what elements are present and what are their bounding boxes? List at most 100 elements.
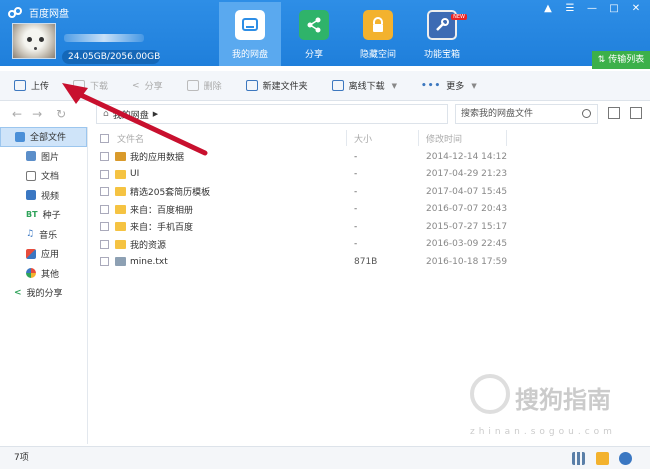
sidebar-item-all-files[interactable]: 全部文件 [0,127,87,147]
share-label: 分享 [144,82,163,92]
file-name[interactable]: 我的应用数据 [130,150,184,163]
table-row[interactable]: 来自：百度相册 - 2016-07-07 20:43 [94,201,650,219]
table-row[interactable]: UI - 2017-04-29 21:23 [94,166,650,184]
file-modified: 2017-04-29 21:23 [426,169,508,180]
sidebar-item-my-shares[interactable]: < 我的分享 [0,283,87,303]
file-modified: 2016-07-07 20:43 [426,204,508,215]
table-row[interactable]: 我的资源 - 2016-03-09 22:45 [94,236,650,254]
sidebar-item-videos[interactable]: 视频 [0,186,87,206]
trash-icon [186,80,199,91]
file-modified: 2014-12-14 14:12 [426,151,508,162]
new-folder-button[interactable]: 新建文件夹 [245,79,308,92]
chevron-down-icon: ▼ [391,81,398,90]
more-button[interactable]: ••• 更多 ▼ [421,79,477,93]
list-view-icon[interactable] [608,107,620,119]
video-icon [26,190,36,201]
share-button[interactable]: < 分享 [132,79,163,93]
table-row[interactable]: 来自：手机百度 - 2015-07-27 15:17 [94,218,650,236]
file-name[interactable]: 来自：手机百度 [130,220,193,233]
row-checkbox[interactable] [100,187,109,197]
row-checkbox[interactable] [100,204,109,214]
app-title: 百度网盘 [8,5,69,20]
more-label: 更多 [446,82,465,92]
delete-button[interactable]: 删除 [186,79,222,92]
column-divider [418,130,419,146]
breadcrumb[interactable]: ⌂ 我的网盘 ▶ [96,104,448,124]
table-row[interactable]: 精选205套简历模板 - 2017-04-07 15:45 [94,183,650,201]
sidebar-item-torrents[interactable]: BT 种子 [0,205,87,225]
file-modified: 2015-07-27 15:17 [426,221,508,232]
row-checkbox[interactable] [100,257,109,267]
file-list-header: 文件名 大小 修改时间 [94,130,650,146]
bt-icon: BT [26,210,38,220]
avatar[interactable] [12,23,56,59]
file-name[interactable]: 来自：百度相册 [130,203,193,216]
watermark-text: 搜狗指南 [515,386,611,414]
folder-icon [115,169,126,179]
share-small-icon: < [132,80,140,91]
file-size: - [354,239,358,250]
breadcrumb-root[interactable]: 我的网盘 [113,108,149,121]
download-button[interactable]: 下载 [73,79,108,92]
column-divider [506,130,507,146]
nav-toolbox[interactable]: NEW 功能宝箱 [411,2,473,60]
menu-icon[interactable]: ☰ [560,3,580,14]
sidebar-item-music[interactable]: ♫ 音乐 [0,225,87,245]
upload-button[interactable]: 上传 [14,79,49,92]
toolbar: 上传 下载 < 分享 删除 新建文件夹 离线下载 ▼ ••• 更多 ▼ [0,71,650,101]
sidebar-item-other[interactable]: 其他 [0,264,87,284]
nav-hidden-space[interactable]: 隐藏空间 [347,2,409,60]
file-size: 871B [354,256,378,267]
row-checkbox[interactable] [100,169,109,179]
header: 百度网盘 24.05GB/2056.00GB 我的网盘 分享 隐藏空间 NEW … [0,0,650,69]
offline-download-button[interactable]: 离线下载 ▼ [331,79,398,92]
close-icon[interactable]: ✕ [626,3,646,14]
column-name[interactable]: 文件名 [117,132,144,145]
back-arrow-icon[interactable]: ← [12,107,22,121]
sidebar: 全部文件 图片 文档 视频 BT 种子 ♫ 音乐 应用 其他 < 我的分享 [0,127,88,444]
file-name[interactable]: UI [130,169,139,179]
maximize-icon[interactable]: □ [604,3,624,14]
nav-my-disk[interactable]: 我的网盘 [219,2,281,66]
nav-label: 分享 [304,50,323,60]
new-folder-label: 新建文件夹 [262,82,308,92]
column-divider [346,130,347,146]
row-checkbox[interactable] [100,222,109,232]
folder-icon [115,239,126,249]
sidebar-item-label: 我的分享 [26,289,63,300]
file-name[interactable]: mine.txt [130,257,168,267]
file-size: - [354,221,358,232]
assistant-icon[interactable] [619,452,632,465]
table-row[interactable]: mine.txt 871B 2016-10-18 17:59 [94,253,650,271]
transfer-list-button[interactable]: ⇅ 传输列表 [592,51,650,69]
sidebar-item-label: 其他 [41,269,60,280]
app-data-folder-icon [115,152,126,162]
minimize-icon[interactable]: — [582,3,602,14]
nav-share[interactable]: 分享 [283,2,345,60]
grid-apps-icon[interactable] [572,452,585,465]
forward-arrow-icon[interactable]: → [32,107,42,121]
new-folder-icon [245,80,258,91]
row-checkbox[interactable] [100,152,109,162]
bell-icon[interactable]: ▲ [538,3,558,14]
search-icon[interactable] [582,109,591,118]
sidebar-item-label: 文档 [41,172,60,183]
column-size[interactable]: 大小 [354,132,372,145]
file-size: - [354,186,358,197]
grid-view-icon[interactable] [630,107,642,119]
offline-download-icon [331,80,344,91]
refresh-icon[interactable]: ↻ [56,107,66,121]
file-modified: 2016-03-09 22:45 [426,239,508,250]
select-all-checkbox[interactable] [100,133,109,143]
search-input[interactable]: 搜索我的网盘文件 [455,104,598,124]
column-modified[interactable]: 修改时间 [426,132,462,145]
upload-queue-icon[interactable] [596,452,609,465]
sidebar-item-images[interactable]: 图片 [0,147,87,167]
file-name[interactable]: 我的资源 [130,238,166,251]
sidebar-item-apps[interactable]: 应用 [0,244,87,264]
table-row[interactable]: 我的应用数据 - 2014-12-14 14:12 [94,148,650,166]
sidebar-item-documents[interactable]: 文档 [0,166,87,186]
nav-label: 隐藏空间 [359,50,396,60]
row-checkbox[interactable] [100,239,109,249]
file-name[interactable]: 精选205套简历模板 [130,185,210,198]
